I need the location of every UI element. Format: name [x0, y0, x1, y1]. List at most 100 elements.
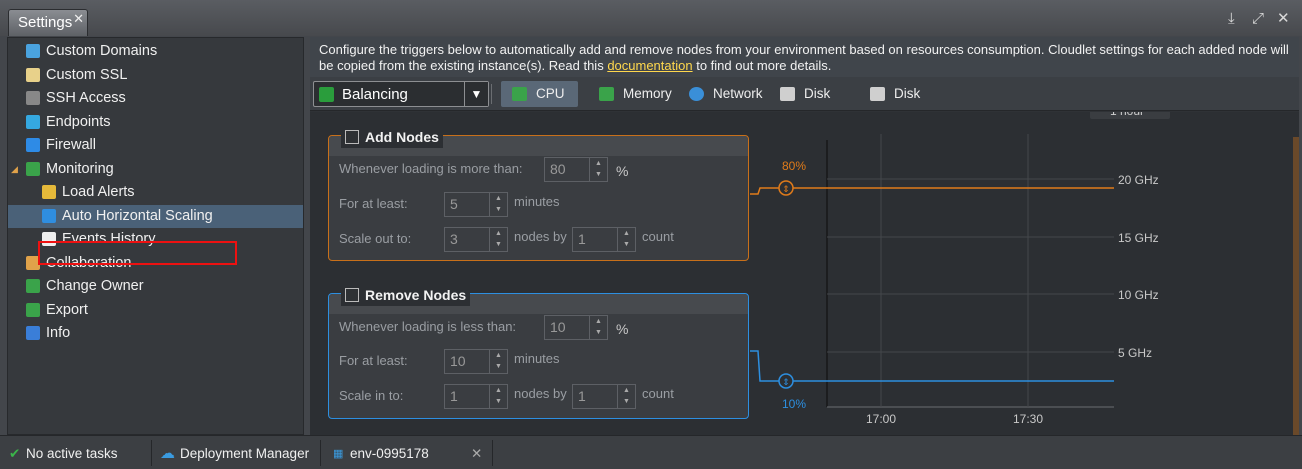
drag-arrows-icon: ⇕ — [782, 184, 790, 194]
tab-disk-iops[interactable]: Disk IOPS — [859, 81, 951, 127]
sidebar-item-ssh-access[interactable]: SSH Access — [8, 87, 303, 110]
tab-close-icon[interactable]: ✕ — [73, 11, 84, 27]
environment-icon: ▦ — [333, 448, 344, 460]
sidebar-item-auto-horizontal-scaling[interactable]: Auto Horizontal Scaling — [8, 204, 303, 228]
sidebar-item-endpoints[interactable]: Endpoints — [8, 111, 303, 134]
sidebar-item-label: Custom Domains — [46, 43, 158, 59]
tab-memory[interactable]: Memory — [588, 81, 672, 107]
env-close-icon[interactable]: ✕ — [471, 446, 482, 462]
tab-disk-i-o[interactable]: Disk I/O — [769, 81, 849, 127]
add-step-value: 1 — [578, 231, 586, 247]
disk-iops-icon — [870, 87, 885, 101]
strategy-select[interactable]: Balancing ▼ — [313, 81, 489, 107]
chart-y-tick: 15 GHz — [1118, 231, 1159, 245]
divider — [320, 440, 321, 466]
tab-network[interactable]: Network — [678, 81, 763, 107]
remove-loading-input[interactable]: 10 ▲ ▼ — [544, 315, 608, 340]
balancing-icon — [319, 87, 334, 102]
add-scale-value: 3 — [450, 231, 458, 247]
sidebar-item-custom-domains[interactable]: Custom Domains — [8, 40, 303, 63]
spinner-arrows-icon[interactable]: ▲ ▼ — [489, 350, 507, 373]
spinner-arrows-icon[interactable]: ▲ ▼ — [589, 158, 607, 181]
resource-toolbar: Balancing ▼ CPU Memory Network Disk I/ODisk… — [310, 77, 1299, 127]
monitor-icon — [26, 161, 40, 176]
add-nodes-panel: Add Nodes Whenever loading is more than:… — [328, 126, 749, 261]
load-chart: 20 GHz 15 GHz 10 GHz 5 GHz 17:00 17:30 1 hour ⇕… — [750, 112, 1299, 435]
divider — [492, 440, 493, 466]
scrollbar-track — [1293, 137, 1299, 435]
add-loading-input[interactable]: 80 ▲ ▼ — [544, 157, 608, 182]
tab-settings[interactable]: Settings ✕ — [8, 9, 88, 36]
remove-nodes-title-text: Remove Nodes — [365, 287, 467, 303]
sidebar-item-info[interactable]: Info — [8, 322, 303, 345]
remove-loading-label: Whenever loading is less than: — [339, 319, 517, 334]
add-atleast-label: For at least: — [339, 196, 408, 211]
remove-atleast-value: 10 — [450, 353, 466, 369]
sidebar-item-load-alerts[interactable]: Load Alerts — [8, 181, 303, 204]
chart-y-tick: 10 GHz — [1118, 288, 1159, 302]
tab-cpu[interactable]: CPU — [501, 81, 578, 107]
add-percent: % — [616, 163, 629, 179]
divider — [151, 440, 152, 466]
disk-io-icon — [780, 87, 795, 101]
add-step-input[interactable]: 1 ▲ ▼ — [572, 227, 636, 252]
add-nodes-title-text: Add Nodes — [365, 129, 439, 145]
remove-nodes-title[interactable]: Remove Nodes — [341, 284, 471, 306]
close-icon[interactable]: ✕ — [1277, 11, 1290, 27]
window-tab-bar: Settings ✕ ⤓ ⤢ ✕ — [0, 0, 1302, 36]
spinner-arrows-icon[interactable]: ▲ ▼ — [589, 316, 607, 339]
settings-window: Settings ✕ ⤓ ⤢ ✕ Custom Domains Custom SS… — [0, 0, 1302, 469]
add-nodes-checkbox[interactable] — [345, 130, 359, 144]
lower-threshold-label: 10% — [782, 397, 806, 411]
sidebar-item-label: Load Alerts — [62, 184, 135, 200]
tab-label: Memory — [623, 86, 672, 101]
strategy-value: Balancing — [342, 86, 408, 103]
download-icon[interactable]: ⤓ — [1228, 11, 1235, 27]
remove-percent: % — [616, 321, 629, 337]
remove-nodes-checkbox[interactable] — [345, 288, 359, 302]
endpoints-icon — [26, 114, 40, 129]
add-loading-value: 80 — [550, 161, 566, 177]
remove-scale-input[interactable]: 1 ▲ ▼ — [444, 384, 508, 409]
description-text: Configure the triggers below to automati… — [310, 37, 1299, 77]
sidebar-item-custom-ssl[interactable]: Custom SSL — [8, 64, 303, 87]
sidebar-item-label: SSH Access — [46, 90, 126, 106]
sidebar-item-label: Change Owner — [46, 278, 144, 294]
selection-highlight — [38, 241, 237, 265]
add-minutes: minutes — [514, 194, 560, 209]
remove-scale-value: 1 — [450, 388, 458, 404]
remove-minutes: minutes — [514, 351, 560, 366]
remove-step-input[interactable]: 1 ▲ ▼ — [572, 384, 636, 409]
chart-x-tick: 17:00 — [866, 412, 896, 426]
sidebar-item-change-owner[interactable]: Change Owner — [8, 275, 303, 298]
sidebar-item-label: Auto Horizontal Scaling — [62, 207, 213, 224]
sidebar-item-firewall[interactable]: Firewall — [8, 134, 303, 157]
sidebar-item-monitoring[interactable]: Monitoring ◢ — [8, 158, 303, 181]
add-nodes-title[interactable]: Add Nodes — [341, 126, 443, 148]
export-icon — [26, 302, 40, 317]
expand-icon[interactable]: ⤢ — [1252, 11, 1264, 27]
env-tab[interactable]: env-0995178 — [350, 446, 429, 461]
tab-label: CPU — [536, 86, 565, 101]
documentation-link[interactable]: documentation — [607, 58, 692, 73]
chart-y-tick: 5 GHz — [1118, 346, 1152, 360]
spinner-arrows-icon[interactable]: ▲ ▼ — [489, 193, 507, 216]
remove-step-value: 1 — [578, 388, 586, 404]
remove-nodes-panel: Remove Nodes Whenever loading is less th… — [328, 284, 749, 419]
sidebar-item-export[interactable]: Export — [8, 299, 303, 322]
spinner-arrows-icon[interactable]: ▲ ▼ — [489, 385, 507, 408]
remove-atleast-input[interactable]: 10 ▲ ▼ — [444, 349, 508, 374]
chevron-down-icon[interactable]: ▼ — [464, 82, 488, 106]
deployment-manager-tab[interactable]: Deployment Manager — [180, 446, 309, 461]
sidebar-item-label: Custom SSL — [46, 66, 128, 83]
auto-scaling-panel: Configure the triggers below to automati… — [310, 37, 1299, 435]
spinner-arrows-icon[interactable]: ▲ ▼ — [617, 228, 635, 251]
chart-y-tick: 20 GHz — [1118, 173, 1159, 187]
spinner-arrows-icon[interactable]: ▲ ▼ — [489, 228, 507, 251]
add-atleast-input[interactable]: 5 ▲ ▼ — [444, 192, 508, 217]
status-bar: ✔ No active tasks ☁ Deployment Manager ▦… — [0, 435, 1302, 469]
expand-triangle-icon[interactable]: ◢ — [11, 158, 18, 181]
add-scale-input[interactable]: 3 ▲ ▼ — [444, 227, 508, 252]
spinner-arrows-icon[interactable]: ▲ ▼ — [617, 385, 635, 408]
add-atleast-value: 5 — [450, 196, 458, 212]
